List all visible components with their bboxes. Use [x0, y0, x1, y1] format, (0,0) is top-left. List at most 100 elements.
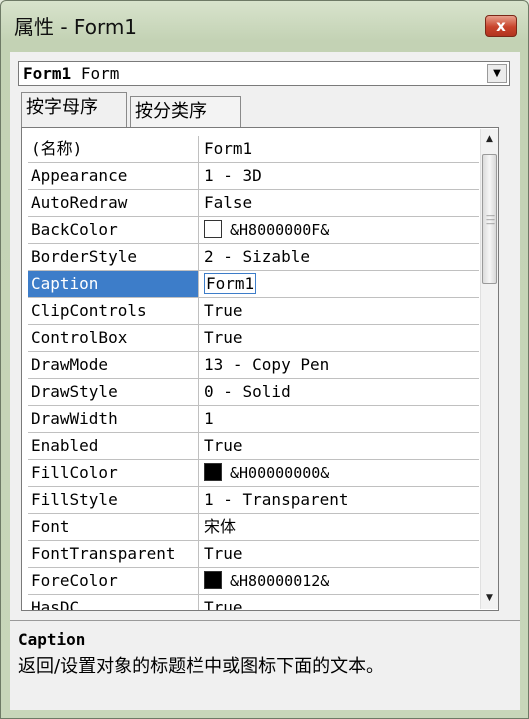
property-name[interactable]: ControlBox: [28, 325, 199, 351]
property-row[interactable]: BackColor &H8000000F&: [28, 217, 479, 244]
property-row[interactable]: ForeColor &H80000012&: [28, 568, 479, 595]
property-value[interactable]: False: [200, 190, 479, 216]
property-name[interactable]: FillColor: [28, 460, 199, 486]
object-selector-value: Form1 Form: [23, 64, 119, 83]
property-name[interactable]: BackColor: [28, 217, 199, 243]
dropdown-arrow-icon[interactable]: ▼: [487, 64, 507, 83]
property-value[interactable]: &H8000000F&: [200, 217, 479, 243]
description-title: Caption: [18, 630, 86, 649]
property-row[interactable]: ClipControls True: [28, 298, 479, 325]
property-row[interactable]: ControlBox True: [28, 325, 479, 352]
property-name[interactable]: AutoRedraw: [28, 190, 199, 216]
color-swatch: [204, 220, 222, 238]
tab-categorized[interactable]: 按分类序: [130, 96, 241, 127]
property-value[interactable]: 0 - Solid: [200, 379, 479, 405]
property-value[interactable]: True: [200, 595, 479, 611]
property-value-text: Form1: [204, 273, 257, 294]
property-name[interactable]: Appearance: [28, 163, 199, 189]
property-value-text: 2 - Sizable: [204, 247, 310, 266]
property-value[interactable]: Form1: [200, 136, 479, 162]
property-value[interactable]: 1 - Transparent: [200, 487, 479, 513]
property-row[interactable]: Font 宋体: [28, 514, 479, 541]
property-value-text: True: [204, 598, 243, 611]
property-row[interactable]: Enabled True: [28, 433, 479, 460]
property-value[interactable]: 1: [200, 406, 479, 432]
property-value[interactable]: True: [200, 325, 479, 351]
close-icon: x: [496, 17, 506, 35]
property-name[interactable]: DrawMode: [28, 352, 199, 378]
property-row[interactable]: FontTransparent True: [28, 541, 479, 568]
color-swatch: [204, 463, 222, 481]
close-button[interactable]: x: [485, 15, 517, 37]
property-row[interactable]: AutoRedraw False: [28, 190, 479, 217]
property-row[interactable]: FillColor &H00000000&: [28, 460, 479, 487]
property-value[interactable]: &H00000000&: [200, 460, 479, 486]
property-name[interactable]: ClipControls: [28, 298, 199, 324]
description-pane: Caption 返回/设置对象的标题栏中或图标下面的文本。: [10, 620, 520, 710]
object-type: Form: [80, 64, 120, 83]
property-row[interactable]: HasDC True: [28, 595, 479, 611]
property-value[interactable]: 13 - Copy Pen: [200, 352, 479, 378]
tab-alphabetic-label: 按字母序: [26, 97, 98, 118]
property-value-text: &H80000012&: [230, 572, 330, 590]
property-value[interactable]: 1 - 3D: [200, 163, 479, 189]
tab-categorized-label: 按分类序: [135, 101, 207, 122]
property-value-text: True: [204, 544, 243, 563]
property-row[interactable]: DrawWidth 1: [28, 406, 479, 433]
property-name[interactable]: HasDC: [28, 595, 199, 610]
property-value[interactable]: True: [200, 541, 479, 567]
property-row[interactable]: BorderStyle 2 - Sizable: [28, 244, 479, 271]
property-row[interactable]: DrawMode 13 - Copy Pen: [28, 352, 479, 379]
property-name[interactable]: DrawStyle: [28, 379, 199, 405]
property-name[interactable]: Font: [28, 514, 199, 540]
property-name[interactable]: BorderStyle: [28, 244, 199, 270]
window-title: 属性 - Form1: [14, 15, 138, 39]
property-name[interactable]: FillStyle: [28, 487, 199, 513]
property-value-text: 宋体: [204, 517, 237, 536]
scrollbar-thumb[interactable]: — — —: [482, 154, 497, 284]
properties-window: 属性 - Form1 x Form1 Form ▼ 按字母序 按分类序 (名称)…: [0, 0, 529, 719]
description-text: 返回/设置对象的标题栏中或图标下面的文本。: [18, 656, 385, 677]
property-value[interactable]: True: [200, 298, 479, 324]
property-row[interactable]: Caption Form1: [28, 271, 479, 298]
scroll-up-icon[interactable]: ▲: [481, 131, 498, 148]
property-value-text: 1 - Transparent: [204, 490, 349, 509]
property-value-text: 13 - Copy Pen: [204, 355, 330, 374]
property-value-text: Form1: [204, 139, 253, 158]
property-row[interactable]: (名称) Form1: [28, 136, 479, 163]
property-name[interactable]: FontTransparent: [28, 541, 199, 567]
title-bar[interactable]: 属性 - Form1 x: [1, 1, 528, 51]
property-value[interactable]: True: [200, 433, 479, 459]
property-name[interactable]: Enabled: [28, 433, 199, 459]
property-name[interactable]: Caption: [28, 271, 199, 297]
property-value-text: &H00000000&: [230, 464, 330, 482]
property-value[interactable]: 2 - Sizable: [200, 244, 479, 270]
property-row[interactable]: DrawStyle 0 - Solid: [28, 379, 479, 406]
tab-alphabetic[interactable]: 按字母序: [21, 92, 127, 127]
property-value-text: 1 - 3D: [204, 166, 262, 185]
property-name[interactable]: DrawWidth: [28, 406, 199, 432]
property-row[interactable]: Appearance 1 - 3D: [28, 163, 479, 190]
property-value-text: True: [204, 301, 243, 320]
property-value-text: 1: [204, 409, 214, 428]
property-name[interactable]: ForeColor: [28, 568, 199, 594]
property-list: (名称) Form1 Appearance 1 - 3D AutoRedraw False…: [28, 136, 479, 611]
color-swatch: [204, 571, 222, 589]
property-row[interactable]: FillStyle 1 - Transparent: [28, 487, 479, 514]
scroll-down-icon[interactable]: ▼: [481, 590, 498, 607]
property-value-text: 0 - Solid: [204, 382, 291, 401]
property-value-text: True: [204, 328, 243, 347]
property-value[interactable]: Form1: [200, 271, 479, 297]
property-value[interactable]: 宋体: [200, 514, 479, 540]
client-area: Form1 Form ▼ 按字母序 按分类序 (名称) Form1 Appearan…: [10, 52, 520, 710]
property-name[interactable]: (名称): [28, 136, 199, 162]
vertical-scrollbar[interactable]: ▲ — — — ▼: [480, 129, 498, 609]
property-value-text: False: [204, 193, 253, 212]
object-selector[interactable]: Form1 Form ▼: [18, 61, 510, 86]
property-value-text: &H8000000F&: [230, 221, 330, 239]
property-value-text: True: [204, 436, 243, 455]
property-grid: (名称) Form1 Appearance 1 - 3D AutoRedraw False…: [21, 127, 499, 611]
object-name: Form1: [23, 64, 72, 83]
property-value[interactable]: &H80000012&: [200, 568, 479, 594]
grip-icon: — — —: [486, 211, 495, 229]
